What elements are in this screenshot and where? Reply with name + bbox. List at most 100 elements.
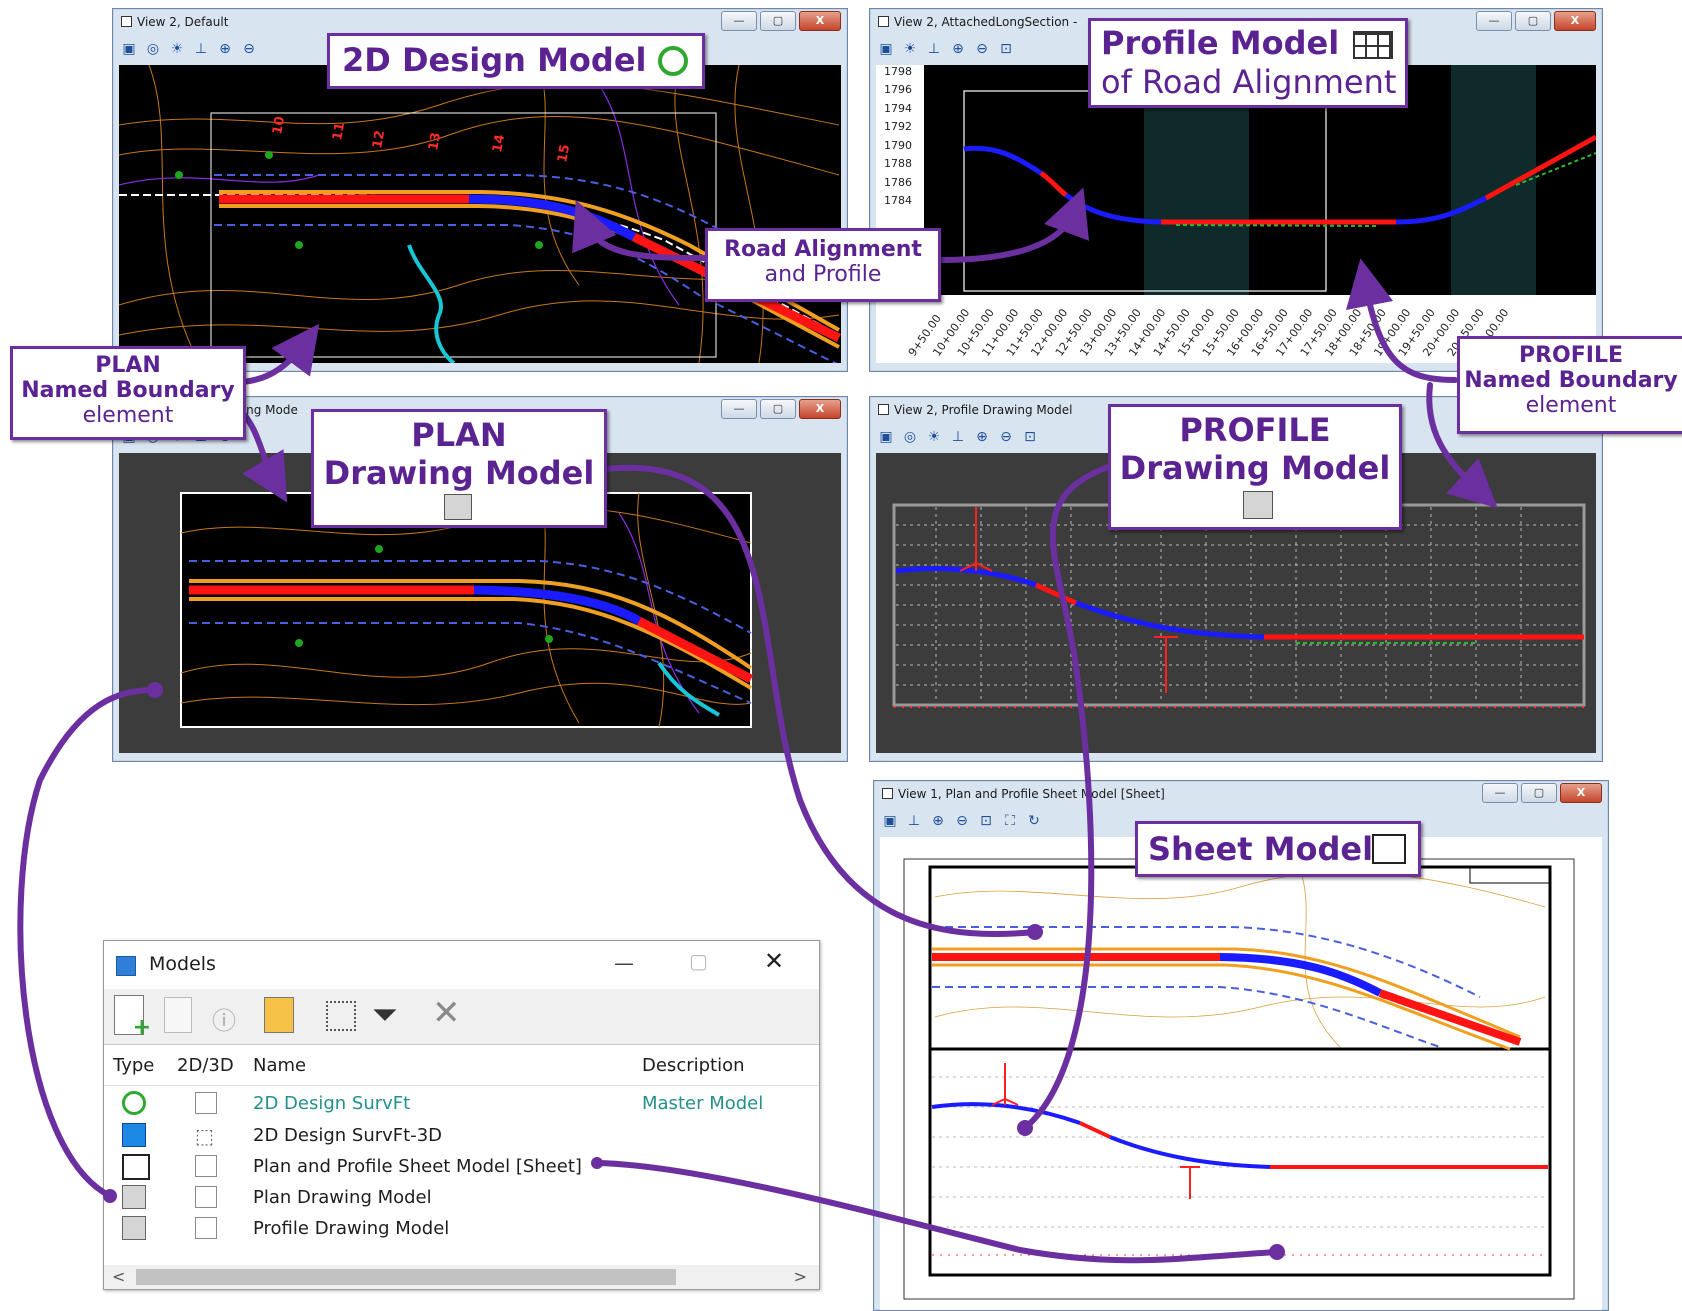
- zoom-out-icon[interactable]: ⊖: [972, 39, 992, 59]
- models-dialog[interactable]: Models — ▢ ✕ + ⓘ ⏷ ✕ Type 2D/3D Name Des…: [103, 940, 820, 1290]
- col-name[interactable]: Name: [253, 1055, 306, 1076]
- minimize-button[interactable]: —: [721, 11, 757, 31]
- maximize-button[interactable]: ▢: [689, 949, 708, 973]
- fit-view-icon[interactable]: ⛶: [1000, 811, 1020, 831]
- column-header: Type 2D/3D Name Description: [104, 1049, 819, 1086]
- model-row[interactable]: 2D Design SurvFt Master Model: [104, 1089, 819, 1119]
- row-checkbox[interactable]: [195, 1092, 217, 1114]
- update-view-icon[interactable]: ⊥: [191, 39, 211, 59]
- view-icon: [882, 788, 893, 799]
- model-row[interactable]: Profile Drawing Model: [104, 1214, 819, 1244]
- y-tick-label: 1798: [884, 65, 912, 78]
- sheet-model-callout: Sheet Model: [1135, 821, 1421, 877]
- zoom-out-icon[interactable]: ⊖: [996, 427, 1016, 447]
- update-view-icon[interactable]: ⊥: [948, 427, 968, 447]
- update-view-icon[interactable]: ⊥: [904, 811, 924, 831]
- zoom-out-icon[interactable]: ⊖: [239, 39, 259, 59]
- view-icon: [878, 404, 889, 415]
- row-checkbox[interactable]: [195, 1217, 217, 1239]
- display-style-icon[interactable]: ◎: [143, 39, 163, 59]
- window-title: View 2, AttachedLongSection -: [894, 15, 1078, 29]
- station-12: 12: [370, 129, 388, 149]
- 3d-model-icon: [122, 1123, 146, 1147]
- models-toolbar: + ⓘ ⏷ ✕: [104, 989, 819, 1045]
- lighting-icon[interactable]: ☀: [924, 427, 944, 447]
- view-attributes-icon[interactable]: ▣: [876, 39, 896, 59]
- maximize-button[interactable]: ▢: [1515, 11, 1551, 31]
- dialog-titlebar[interactable]: Models — ▢ ✕: [104, 941, 819, 989]
- zoom-in-icon[interactable]: ⊕: [215, 39, 235, 59]
- zoom-out-icon[interactable]: ⊖: [952, 811, 972, 831]
- minimize-button[interactable]: —: [1476, 11, 1512, 31]
- design-model-icon: [658, 46, 688, 76]
- model-row[interactable]: Plan and Profile Sheet Model [Sheet]: [104, 1152, 819, 1182]
- model-row[interactable]: ⬚ 2D Design SurvFt-3D: [104, 1121, 819, 1151]
- profile-drawing-callout: PROFILE Drawing Model: [1108, 404, 1402, 530]
- maximize-button[interactable]: ▢: [1521, 783, 1557, 803]
- new-model-icon[interactable]: +: [114, 995, 151, 1040]
- row-3d-cube-icon: ⬚: [195, 1124, 214, 1148]
- station-11: 11: [330, 121, 348, 141]
- delete-model-icon[interactable]: ✕: [432, 993, 461, 1033]
- window-titlebar[interactable]: View 1, Plan and Profile Sheet Model [Sh…: [874, 781, 1608, 807]
- close-button[interactable]: ✕: [764, 947, 784, 975]
- scroll-left-button[interactable]: <: [112, 1267, 125, 1286]
- zoom-in-icon[interactable]: ⊕: [972, 427, 992, 447]
- station-14: 14: [490, 133, 508, 153]
- lighting-icon[interactable]: ☀: [167, 39, 187, 59]
- view-icon: [878, 16, 889, 27]
- y-tick-label: 1790: [884, 139, 912, 152]
- zoom-in-icon[interactable]: ⊕: [928, 811, 948, 831]
- view-attributes-icon[interactable]: ▣: [119, 39, 139, 59]
- window-area-icon[interactable]: ⊡: [1020, 427, 1040, 447]
- close-button[interactable]: X: [1554, 11, 1596, 31]
- drawing-model-icon: [122, 1216, 146, 1240]
- scroll-right-button[interactable]: >: [794, 1267, 807, 1286]
- minimize-button[interactable]: —: [614, 951, 634, 975]
- horizontal-scrollbar[interactable]: < >: [104, 1265, 819, 1289]
- design-model-callout: 2D Design Model: [327, 33, 705, 89]
- close-button[interactable]: X: [1560, 783, 1602, 803]
- station-13: 13: [426, 131, 444, 151]
- sheet-graphics: [903, 858, 1575, 1300]
- sheet-canvas[interactable]: [880, 837, 1602, 1310]
- model-name: 2D Design SurvFt-3D: [253, 1125, 443, 1146]
- row-checkbox[interactable]: [195, 1186, 217, 1208]
- rotate-view-icon[interactable]: ↻: [1024, 811, 1044, 831]
- window-area-icon[interactable]: ⊡: [976, 811, 996, 831]
- station-15: 15: [555, 143, 573, 163]
- view-attributes-icon[interactable]: ▣: [880, 811, 900, 831]
- zoom-in-icon[interactable]: ⊕: [948, 39, 968, 59]
- window-area-icon[interactable]: ⊡: [996, 39, 1016, 59]
- view-attributes-icon[interactable]: ▣: [876, 427, 896, 447]
- maximize-button[interactable]: ▢: [760, 399, 796, 419]
- copy-model-icon[interactable]: [164, 997, 192, 1033]
- import-model-icon[interactable]: [264, 997, 294, 1033]
- display-style-icon[interactable]: ◎: [900, 427, 920, 447]
- minimize-button[interactable]: —: [721, 399, 757, 419]
- lighting-icon[interactable]: ☀: [900, 39, 920, 59]
- row-checkbox[interactable]: [195, 1155, 217, 1177]
- view-icon: [121, 16, 132, 27]
- minimize-button[interactable]: —: [1482, 783, 1518, 803]
- grid-icon: [1353, 31, 1393, 59]
- model-properties-icon[interactable]: ⓘ: [212, 1001, 236, 1036]
- col-description[interactable]: Description: [642, 1055, 745, 1076]
- select-model-icon[interactable]: [326, 1001, 356, 1031]
- plan-boundary-callout: PLAN Named Boundary element: [10, 346, 246, 440]
- close-button[interactable]: X: [799, 11, 841, 31]
- filter-icon[interactable]: ⏷: [372, 995, 398, 1034]
- scroll-thumb[interactable]: [136, 1269, 676, 1285]
- close-button[interactable]: X: [799, 399, 841, 419]
- update-view-icon[interactable]: ⊥: [924, 39, 944, 59]
- col-2d3d[interactable]: 2D/3D: [177, 1055, 234, 1076]
- design-canvas[interactable]: 10 11 12 13 14 15: [119, 65, 841, 363]
- window-titlebar[interactable]: View 2, Default — ▢ X: [113, 9, 847, 35]
- maximize-button[interactable]: ▢: [760, 11, 796, 31]
- profile-canvas[interactable]: 179817961794179217901788178617841774 9+5…: [876, 65, 1596, 363]
- y-tick-label: 1784: [884, 194, 912, 207]
- model-description: Master Model: [642, 1093, 764, 1114]
- y-tick-label: 1788: [884, 157, 912, 170]
- model-row[interactable]: Plan Drawing Model: [104, 1183, 819, 1213]
- col-type[interactable]: Type: [113, 1055, 154, 1076]
